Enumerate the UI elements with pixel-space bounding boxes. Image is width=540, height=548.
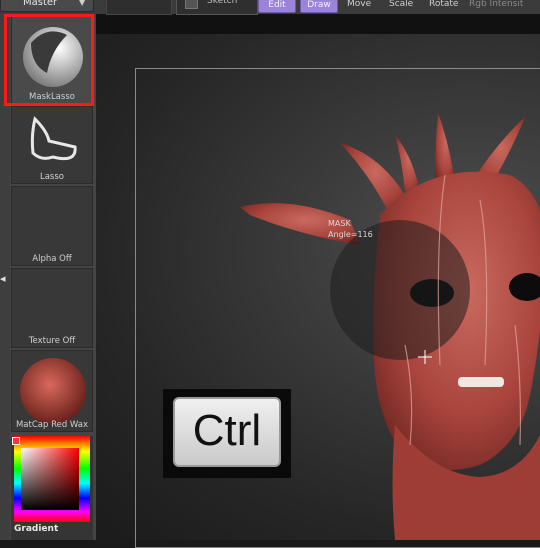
slot-label: Alpha Off — [12, 254, 92, 264]
slot-label: MatCap Red Wax — [12, 420, 92, 430]
toolbar-field[interactable] — [106, 0, 172, 15]
slot-label: Lasso — [12, 172, 92, 182]
mask-lasso-overlay — [330, 220, 470, 360]
selection-highlight — [4, 14, 94, 106]
mask-angle-label: MASK Angle=116 — [328, 218, 373, 240]
draw-button[interactable]: Draw — [300, 0, 338, 13]
checkbox-icon — [185, 0, 198, 9]
top-toolbar: Master ▼ Sketch Edit Draw Move Scale Rot… — [0, 0, 540, 14]
scale-button[interactable]: Scale — [389, 0, 413, 9]
shelf-slot-alpha[interactable]: Alpha Off — [11, 186, 93, 266]
shelf-slot-texture[interactable]: Texture Off — [11, 268, 93, 348]
slot-label: Texture Off — [12, 336, 92, 346]
rotate-button[interactable]: Rotate — [429, 0, 458, 9]
mask-label-title: MASK — [328, 218, 373, 229]
master-dropdown[interactable]: Master ▼ — [0, 0, 94, 12]
shelf-slot-lasso[interactable]: Lasso — [11, 106, 93, 184]
shelf-slot-matcap[interactable]: MatCap Red Wax — [11, 350, 93, 432]
sketch-label: Sketch — [207, 0, 237, 8]
viewport-top-strip — [96, 14, 540, 34]
color-picker[interactable]: Gradient — [11, 436, 93, 540]
lasso-icon — [17, 111, 87, 181]
collapse-arrow-icon[interactable]: ◂ — [0, 272, 6, 285]
move-button[interactable]: Move — [347, 0, 371, 9]
edit-button[interactable]: Edit — [258, 0, 296, 13]
ctrl-key-overlay: Ctrl — [173, 397, 281, 467]
master-label: Master — [23, 0, 57, 8]
matcap-icon — [17, 355, 87, 425]
color-marker-icon[interactable] — [12, 437, 20, 445]
mask-label-angle: Angle=116 — [328, 229, 373, 240]
gradient-label[interactable]: Gradient — [14, 524, 58, 534]
rgb-intensity-label[interactable]: Rgb Intensit — [469, 0, 523, 9]
mouth — [458, 377, 504, 387]
sketch-toggle[interactable]: Sketch — [176, 0, 258, 15]
chevron-down-icon: ▼ — [79, 0, 85, 11]
color-square[interactable] — [21, 448, 79, 510]
